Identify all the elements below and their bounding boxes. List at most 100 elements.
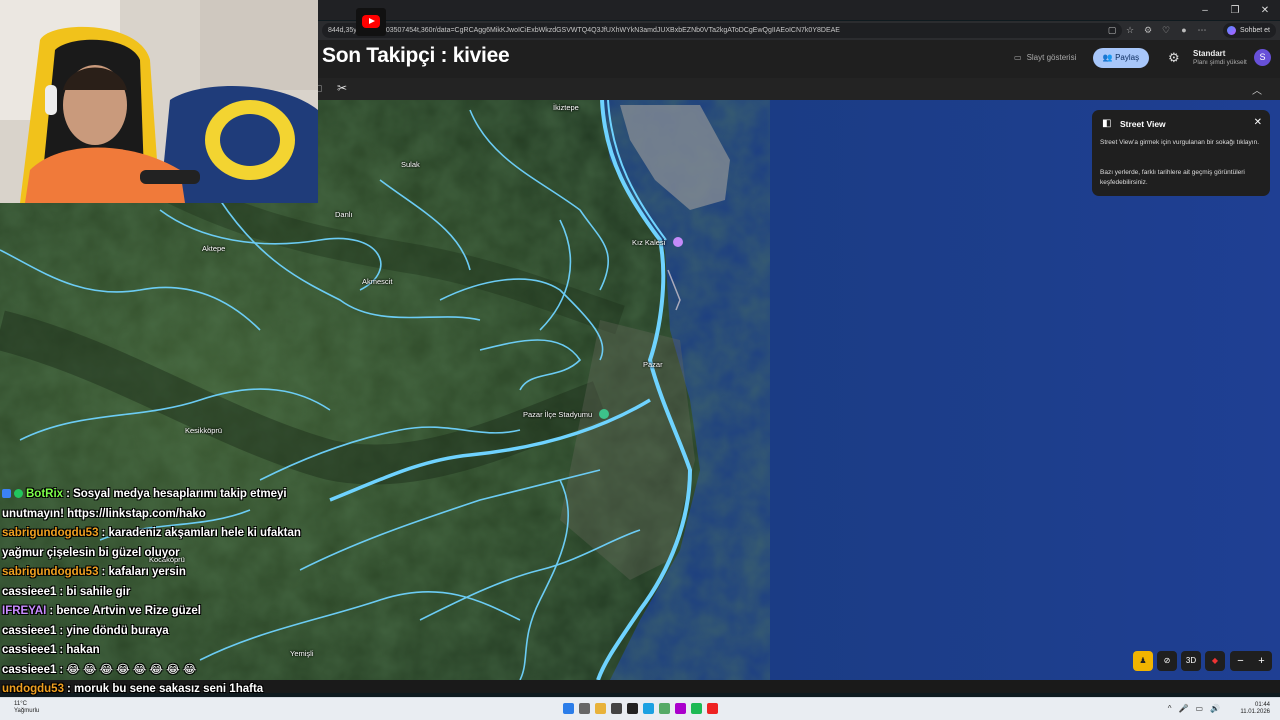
chat-username[interactable]: cassieee1	[2, 625, 56, 637]
chat-text: : Sosyal medya hesaplarımı takip etmeyi	[66, 488, 287, 500]
street-view-text-1: Street View'a girmek için vurgulanan bir…	[1100, 139, 1260, 146]
street-view-title: Street View	[1120, 119, 1166, 129]
weather-widget[interactable]: 11°C Yağmurlu	[14, 701, 39, 715]
weather-temp: 11°C	[14, 701, 27, 707]
app-icon[interactable]: ▢	[1106, 24, 1118, 36]
app-icon-2[interactable]	[627, 703, 638, 714]
chat-message: BotRix: Sosyal medya hesaplarımı takip e…	[2, 485, 332, 505]
more-icon[interactable]: ⋯	[1196, 24, 1208, 36]
chat-text: : 😂 😂 😂 😂 😂 😂 😂 😂	[59, 663, 197, 676]
chevron-up-icon[interactable]: ^	[1168, 704, 1172, 713]
place-aktepe[interactable]: Aktepe	[202, 244, 225, 253]
weather-condition: Yağmurlu	[14, 708, 40, 714]
webcam-feed	[0, 0, 318, 203]
verified-badge-icon	[14, 489, 23, 498]
chat-message: unutmayın! https://linkstap.com/hako	[2, 505, 332, 525]
plan-upgrade-link[interactable]: Planı şimdi yükselt	[1193, 59, 1247, 66]
kiz-kalesi-marker	[673, 237, 683, 247]
streamer-video	[0, 0, 318, 203]
chat-text: : kafaları yersin	[101, 566, 186, 578]
stadium-marker	[599, 409, 609, 419]
chat-username[interactable]: sabrigundogdu53	[2, 566, 98, 578]
star-icon[interactable]: ☆	[1124, 24, 1136, 36]
taskbar: 11°C Yağmurlu ^ 🎤 ▭ 🔊 01:44 11.01.2026	[0, 697, 1280, 720]
chat-username[interactable]: IFREYAI	[2, 605, 46, 617]
slideshow-icon: ▭	[1014, 53, 1022, 62]
spotify-icon[interactable]	[691, 703, 702, 714]
measure-tool-icon[interactable]: ✂	[337, 81, 347, 95]
app-icon-1[interactable]	[611, 703, 622, 714]
bot-badge-icon	[2, 489, 11, 498]
close-icon[interactable]: ✕	[1254, 117, 1262, 128]
clock[interactable]: 01:44 11.01.2026	[1240, 702, 1270, 716]
taskbar-apps	[563, 703, 718, 714]
place-pazar[interactable]: Pazar	[643, 360, 663, 369]
last-follower-overlay: Son Takipçi : kiviee	[322, 44, 510, 67]
chevron-up-icon[interactable]: ︿	[1252, 82, 1262, 97]
street-view-icon: ◧	[1102, 118, 1112, 129]
network-icon[interactable]: ▭	[1195, 704, 1203, 713]
chat-message: cassieee1: hakan	[2, 641, 332, 661]
place-stadium[interactable]: Pazar İlçe Stadyumu	[523, 410, 592, 419]
place-ikiztepe[interactable]: İkiztepe	[553, 103, 579, 112]
chat-username[interactable]: cassieee1	[2, 664, 56, 676]
place-kiz-kalesi[interactable]: Kız Kalesi	[632, 238, 665, 247]
minimize-button[interactable]: –	[1190, 0, 1220, 20]
zoom-controls: − +	[1230, 651, 1272, 671]
slideshow-button[interactable]: ▭ Slayt gösterisi	[1006, 48, 1084, 68]
street-view-text-2: Bazı yerlerde, farklı tarihlere ait geçm…	[1100, 169, 1245, 186]
close-window-button[interactable]: ✕	[1250, 0, 1280, 20]
chat-message: cassieee1: yine döndü buraya	[2, 622, 332, 642]
browser-address-bar: 844d,35y,-85.1h,1.03507454t,360r/data=Cg…	[318, 21, 1280, 40]
place-akmescit[interactable]: Akmescit	[362, 277, 392, 286]
address-bar-icons: ▢ ☆ ⚙ ♡ ● ⋯	[1106, 24, 1208, 36]
zoom-out-button[interactable]: −	[1230, 651, 1251, 671]
compass-icon[interactable]: ◆	[1205, 651, 1225, 671]
zoom-in-button[interactable]: +	[1251, 651, 1272, 671]
place-sulak[interactable]: Sulak	[401, 160, 420, 169]
chat-username[interactable]: BotRix	[26, 488, 63, 500]
chat-username[interactable]: cassieee1	[2, 644, 56, 656]
window-controls: – ❐ ✕	[1190, 0, 1280, 20]
chat-message: cassieee1: 😂 😂 😂 😂 😂 😂 😂 😂	[2, 661, 332, 681]
favorites-icon[interactable]: ♡	[1160, 24, 1172, 36]
settings-gear-icon[interactable]: ⚙	[1168, 50, 1180, 66]
avatar[interactable]: S	[1254, 49, 1271, 66]
maximize-button[interactable]: ❐	[1220, 0, 1250, 20]
search-icon[interactable]	[579, 703, 590, 714]
mic-icon[interactable]: 🎤	[1179, 704, 1189, 713]
copilot-icon	[1227, 26, 1237, 35]
edge-icon[interactable]	[643, 703, 654, 714]
chat-username[interactable]: cassieee1	[2, 586, 56, 598]
url-input[interactable]: 844d,35y,-85.1h,1.03507454t,360r/data=Cg…	[322, 23, 1122, 38]
app-icon-4[interactable]	[675, 703, 686, 714]
hide-layers-icon[interactable]: ⊘	[1157, 651, 1177, 671]
explorer-icon[interactable]	[595, 703, 606, 714]
clock-date: 11.01.2026	[1240, 709, 1270, 715]
share-button[interactable]: 👥 Paylaş	[1093, 48, 1149, 68]
chat-text: : bi sahile gir	[59, 585, 131, 598]
chat-button[interactable]: Sohbet et	[1223, 23, 1276, 38]
chat-text: : karadeniz akşamları hele ki ufaktan	[101, 527, 301, 539]
chat-text: : moruk bu sene sakasız seni 1hafta	[66, 683, 264, 695]
chat-message: sabrigundogdu53: karadeniz akşamları hel…	[2, 524, 332, 544]
extensions-icon[interactable]: ⚙	[1142, 24, 1154, 36]
chat-username[interactable]: undogdu53	[2, 683, 64, 695]
volume-icon[interactable]: 🔊	[1210, 704, 1220, 713]
app-icon-3[interactable]	[659, 703, 670, 714]
pegman-icon[interactable]: ♟	[1133, 651, 1153, 671]
record-icon[interactable]	[707, 703, 718, 714]
profile-icon[interactable]: ●	[1178, 24, 1190, 36]
chat-message: sabrigundogdu53: kafaları yersin	[2, 563, 332, 583]
chat-text: : hakan	[59, 644, 100, 656]
street-view-card: ◧ Street View ✕ Street View'a girmek içi…	[1092, 110, 1270, 196]
place-danli[interactable]: Danlı	[335, 210, 353, 219]
plan-title[interactable]: Standart	[1193, 49, 1225, 58]
chat-text: unutmayın! https://linkstap.com/hako	[2, 507, 206, 520]
chat-message: cassieee1: bi sahile gir	[2, 583, 332, 603]
3d-button[interactable]: 3D	[1181, 651, 1201, 671]
chat-username[interactable]: sabrigundogdu53	[2, 527, 98, 539]
place-kesikkopru[interactable]: Kesikköprü	[185, 426, 222, 435]
youtube-icon	[356, 8, 386, 36]
start-icon[interactable]	[563, 703, 574, 714]
